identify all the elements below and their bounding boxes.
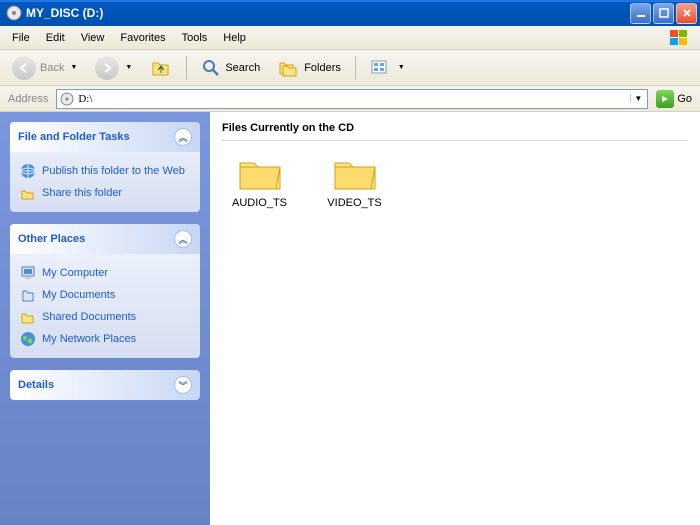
- folder-label: AUDIO_TS: [222, 197, 297, 209]
- forward-icon: [95, 56, 119, 80]
- section-header: Files Currently on the CD: [222, 118, 688, 141]
- task-publish[interactable]: Publish this folder to the Web: [20, 160, 190, 182]
- panel-places-header[interactable]: Other Places ︽: [10, 224, 200, 254]
- minimize-button[interactable]: [630, 3, 651, 24]
- chevron-down-icon: ▼: [398, 64, 405, 71]
- window-title: MY_DISC (D:): [26, 6, 630, 20]
- close-button[interactable]: [676, 3, 697, 24]
- panel-places: Other Places ︽ My Computer My Documents …: [10, 224, 200, 358]
- up-button[interactable]: [144, 53, 178, 83]
- search-button[interactable]: Search: [195, 54, 266, 82]
- address-dropdown[interactable]: ▼: [630, 94, 645, 103]
- folders-button[interactable]: Folders: [272, 54, 347, 82]
- panel-details: Details ︾: [10, 370, 200, 400]
- expand-icon: ︾: [174, 376, 192, 394]
- share-icon: [20, 185, 36, 201]
- panel-details-header[interactable]: Details ︾: [10, 370, 200, 400]
- drive-icon: [6, 5, 22, 21]
- network-icon: [20, 331, 36, 347]
- main-pane: Files Currently on the CD AUDIO_TS VIDEO…: [210, 112, 700, 525]
- separator: [186, 56, 187, 80]
- chevron-down-icon: ▼: [125, 64, 132, 71]
- place-network[interactable]: My Network Places: [20, 328, 190, 350]
- go-button[interactable]: Go: [652, 88, 696, 110]
- collapse-icon: ︽: [174, 230, 192, 248]
- drive-icon: [59, 91, 75, 107]
- chevron-down-icon: ▼: [70, 64, 77, 71]
- separator: [355, 56, 356, 80]
- back-button[interactable]: Back ▼: [6, 52, 83, 84]
- task-share[interactable]: Share this folder: [20, 182, 190, 204]
- content: File and Folder Tasks ︽ Publish this fol…: [0, 112, 700, 525]
- menubar: File Edit View Favorites Tools Help: [0, 26, 700, 50]
- place-documents[interactable]: My Documents: [20, 284, 190, 306]
- search-icon: [201, 58, 221, 78]
- place-shared[interactable]: Shared Documents: [20, 306, 190, 328]
- back-icon: [12, 56, 36, 80]
- address-box: ▼: [56, 89, 648, 109]
- folder-label: VIDEO_TS: [317, 197, 392, 209]
- collapse-icon: ︽: [174, 128, 192, 146]
- place-computer[interactable]: My Computer: [20, 262, 190, 284]
- sidebar: File and Folder Tasks ︽ Publish this fol…: [0, 112, 210, 525]
- folder-audio-ts[interactable]: AUDIO_TS: [222, 153, 297, 209]
- computer-icon: [20, 265, 36, 281]
- maximize-button[interactable]: [653, 3, 674, 24]
- menu-tools[interactable]: Tools: [174, 29, 216, 47]
- address-input[interactable]: [75, 93, 630, 105]
- globe-icon: [20, 163, 36, 179]
- panel-tasks: File and Folder Tasks ︽ Publish this fol…: [10, 122, 200, 212]
- toolbar: Back ▼ ▼ Search Folders ▼: [0, 50, 700, 86]
- panel-tasks-header[interactable]: File and Folder Tasks ︽: [10, 122, 200, 152]
- views-button[interactable]: ▼: [364, 55, 411, 81]
- documents-icon: [20, 287, 36, 303]
- folder-icon: [331, 153, 379, 193]
- menu-favorites[interactable]: Favorites: [112, 29, 173, 47]
- up-folder-icon: [150, 57, 172, 79]
- folders-icon: [278, 58, 300, 78]
- shared-folder-icon: [20, 309, 36, 325]
- folder-icon: [236, 153, 284, 193]
- go-icon: [656, 90, 674, 108]
- titlebar: MY_DISC (D:): [0, 0, 700, 26]
- menu-view[interactable]: View: [73, 29, 113, 47]
- windows-logo-icon: [662, 28, 696, 48]
- address-bar: Address ▼ Go: [0, 86, 700, 112]
- folder-list: AUDIO_TS VIDEO_TS: [222, 153, 688, 209]
- forward-button[interactable]: ▼: [89, 52, 138, 84]
- address-label: Address: [4, 93, 52, 105]
- menu-file[interactable]: File: [4, 29, 38, 47]
- menu-edit[interactable]: Edit: [38, 29, 73, 47]
- menu-help[interactable]: Help: [215, 29, 254, 47]
- folder-video-ts[interactable]: VIDEO_TS: [317, 153, 392, 209]
- views-icon: [370, 59, 392, 77]
